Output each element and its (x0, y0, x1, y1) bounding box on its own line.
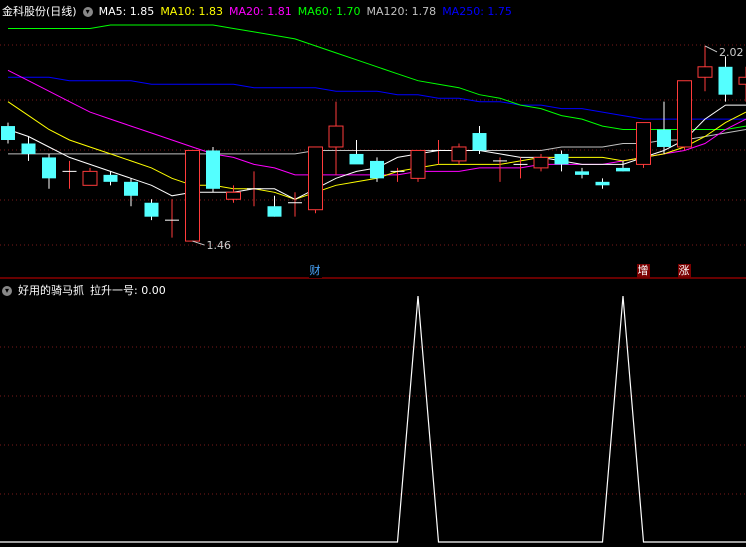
ma-legend-item: MA60: 1.70 (297, 5, 361, 18)
candle-body-up (185, 149, 200, 242)
candle-body-down (718, 66, 733, 95)
candle-body-up (533, 156, 549, 169)
ma-legend-item: MA10: 1.83 (160, 5, 224, 18)
candle-body-up (451, 146, 467, 162)
candle-body-up (308, 146, 323, 211)
dropdown-icon[interactable]: ▾ (82, 7, 93, 17)
candle-body-up (82, 170, 98, 186)
candle-body-up (410, 149, 426, 179)
candle-body-down (595, 181, 610, 186)
candle-body-down (1, 126, 15, 140)
indicator-line (0, 295, 746, 543)
event-tag[interactable]: 涨 (677, 264, 691, 278)
ma-line-ma250 (8, 76, 746, 120)
ma-legend-item: MA5: 1.85 (98, 5, 155, 18)
low-pointer (192, 240, 205, 246)
candle-body-up (226, 191, 241, 200)
candle-body-down (616, 167, 630, 172)
ma-line-ma5 (7, 104, 746, 200)
ma-legend-items: MA5: 1.85 MA10: 1.83 MA20: 1.81 MA60: 1.70 M… (99, 5, 518, 18)
indicator-name: 好用的骑马抓 (18, 284, 84, 297)
stock-name: 金科股份(日线) (2, 5, 77, 18)
series-label: 拉升一号: 0.00 (90, 284, 166, 297)
candle-body-up (636, 122, 651, 165)
sub-legend: ▾ 好用的骑马抓 拉升一号: 0.00 (2, 282, 172, 298)
candle-body-up (328, 125, 344, 148)
high-label: 2.02 (719, 46, 744, 59)
candle-body-down (103, 174, 118, 182)
candle-body-down (349, 153, 364, 165)
candle-body-down (124, 181, 138, 196)
candle-body-down (206, 150, 220, 189)
event-tag[interactable]: 财 (308, 264, 322, 278)
main-legend: 金科股份(日线) ▾ MA5: 1.85 MA10: 1.83 MA20: 1.81 MA… (2, 3, 524, 19)
candle-body-down (42, 157, 56, 179)
low-label: 1.46 (207, 239, 232, 252)
candle-body-down (472, 133, 487, 151)
high-pointer (704, 45, 718, 53)
ma-line-ma60 (8, 24, 746, 130)
candle-body-down (554, 153, 569, 165)
candle-body-up (697, 66, 713, 78)
chart-canvas: 2.02 1.46 (0, 24, 746, 543)
candle-body-up (738, 76, 746, 85)
candle-body-down (657, 129, 671, 147)
candle-body-down (267, 206, 282, 217)
candle-body-down (575, 171, 589, 175)
ma-legend-item: MA120: 1.78 (366, 5, 437, 18)
dropdown-icon[interactable]: ▾ (2, 286, 12, 296)
candle-body-down (370, 160, 384, 179)
ma-legend-item: MA20: 1.81 (229, 5, 292, 18)
event-tag[interactable]: 增 (636, 264, 650, 278)
candle-body-down (144, 202, 159, 217)
ma-legend-item: MA250: 1.75 (442, 5, 512, 18)
candle-body-down (21, 143, 36, 154)
candle-body-up (677, 80, 692, 148)
ma-line-ma120 (8, 129, 746, 155)
